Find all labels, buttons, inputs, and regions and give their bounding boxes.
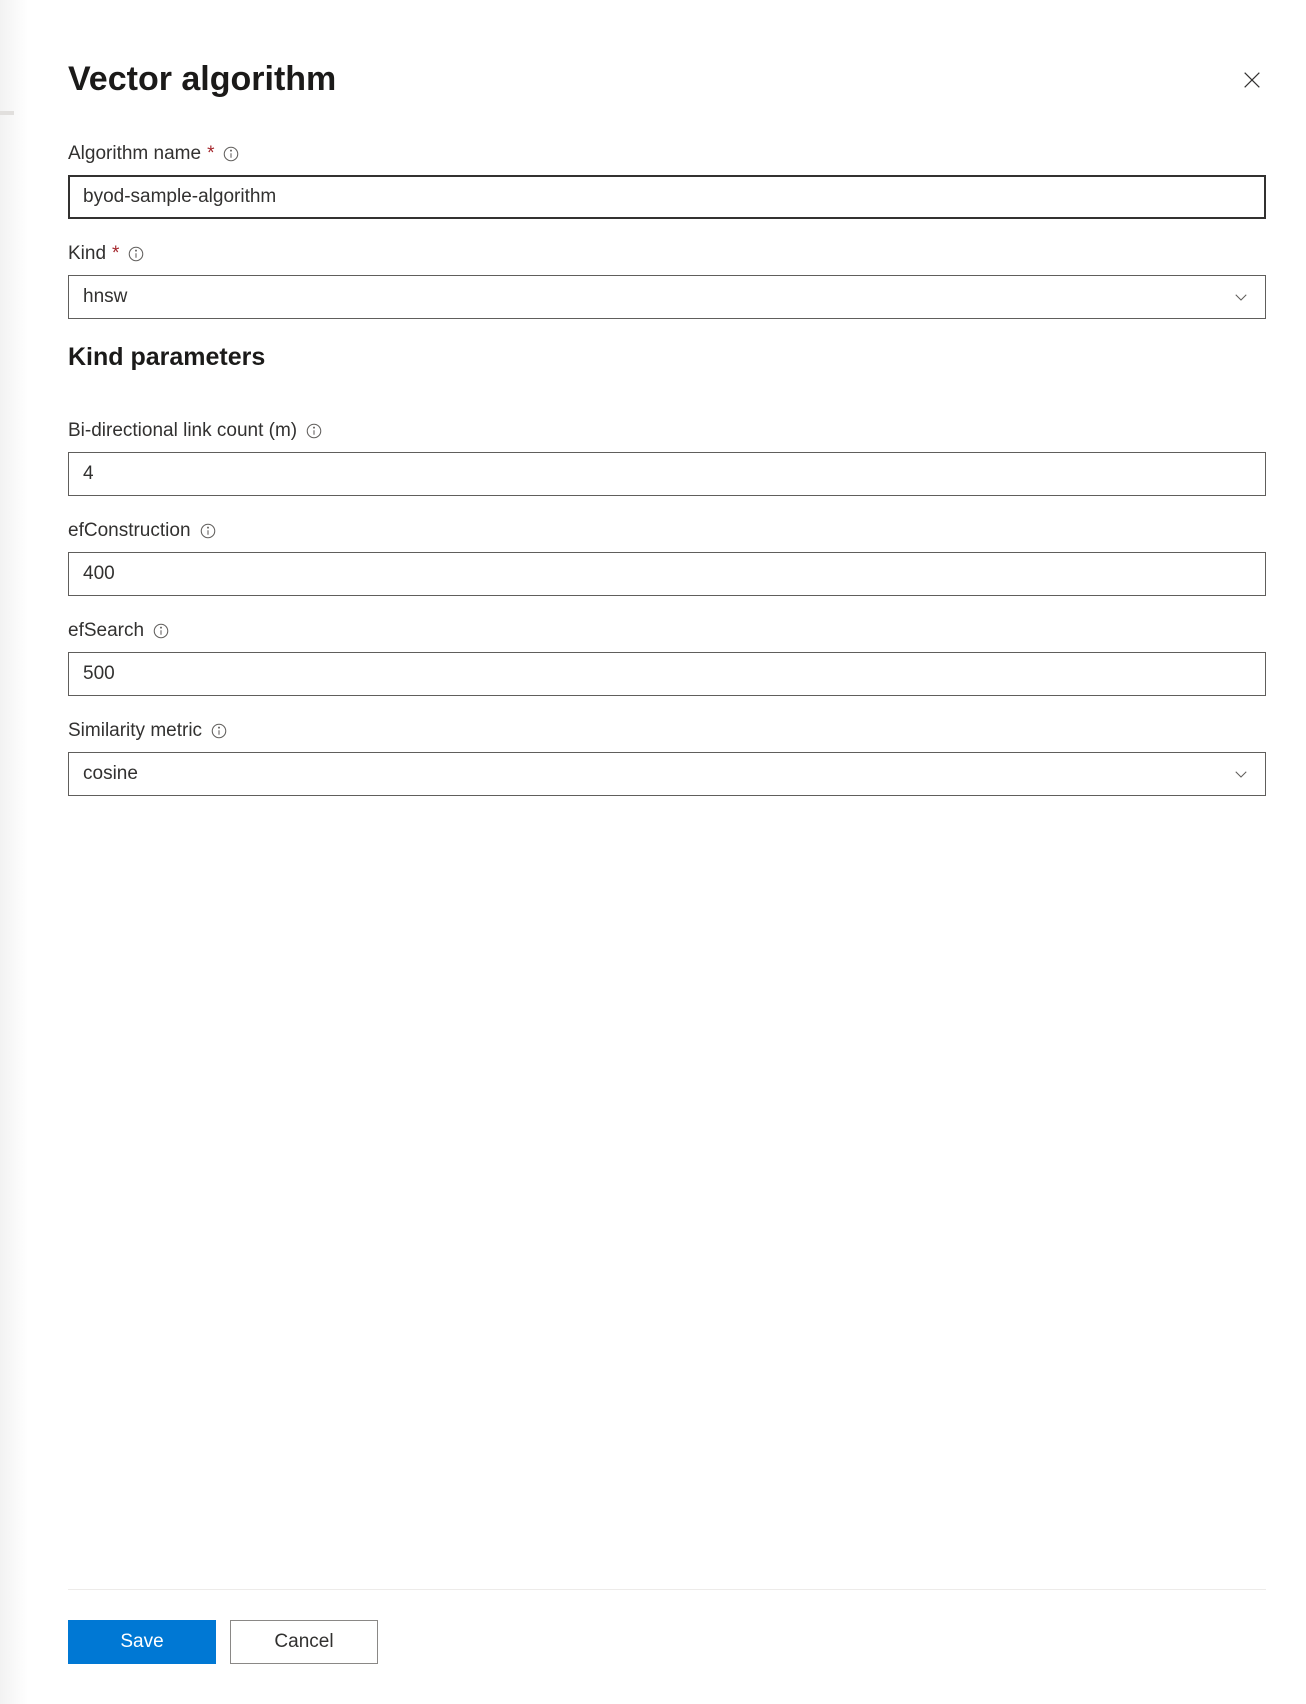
efsearch-field: efSearch bbox=[68, 620, 1266, 696]
kind-label: Kind * bbox=[68, 243, 1266, 265]
algorithm-name-label: Algorithm name * bbox=[68, 143, 1266, 165]
panel-footer: Save Cancel bbox=[68, 1589, 1266, 1664]
info-icon[interactable] bbox=[222, 145, 240, 163]
info-icon[interactable] bbox=[199, 522, 217, 540]
save-button[interactable]: Save bbox=[68, 1620, 216, 1664]
bidirectional-link-count-input[interactable] bbox=[68, 452, 1266, 496]
panel-header: Vector algorithm bbox=[68, 60, 1266, 99]
panel-title: Vector algorithm bbox=[68, 60, 336, 99]
similarity-metric-label: Similarity metric bbox=[68, 720, 1266, 742]
kind-field: Kind * hnsw bbox=[68, 243, 1266, 319]
efconstruction-field: efConstruction bbox=[68, 520, 1266, 596]
bidirectional-link-count-label: Bi-directional link count (m) bbox=[68, 420, 1266, 442]
bidirectional-link-count-field: Bi-directional link count (m) bbox=[68, 420, 1266, 496]
efconstruction-input[interactable] bbox=[68, 552, 1266, 596]
kind-parameters-heading: Kind parameters bbox=[68, 343, 1266, 372]
close-icon bbox=[1241, 69, 1263, 91]
algorithm-name-input[interactable] bbox=[68, 175, 1266, 219]
info-icon[interactable] bbox=[210, 722, 228, 740]
efsearch-label: efSearch bbox=[68, 620, 1266, 642]
similarity-metric-field: Similarity metric cosine bbox=[68, 720, 1266, 796]
info-icon[interactable] bbox=[305, 422, 323, 440]
required-indicator: * bbox=[207, 143, 214, 165]
required-indicator: * bbox=[112, 243, 119, 265]
cancel-button[interactable]: Cancel bbox=[230, 1620, 378, 1664]
info-icon[interactable] bbox=[152, 622, 170, 640]
similarity-metric-select[interactable]: cosine bbox=[68, 752, 1266, 796]
algorithm-name-field: Algorithm name * bbox=[68, 143, 1266, 219]
vector-algorithm-panel: Vector algorithm Algorithm name * bbox=[28, 0, 1306, 1704]
efsearch-input[interactable] bbox=[68, 652, 1266, 696]
form-body: Algorithm name * Kind * bbox=[68, 143, 1266, 1589]
kind-select[interactable]: hnsw bbox=[68, 275, 1266, 319]
close-button[interactable] bbox=[1238, 66, 1266, 94]
info-icon[interactable] bbox=[127, 245, 145, 263]
efconstruction-label: efConstruction bbox=[68, 520, 1266, 542]
